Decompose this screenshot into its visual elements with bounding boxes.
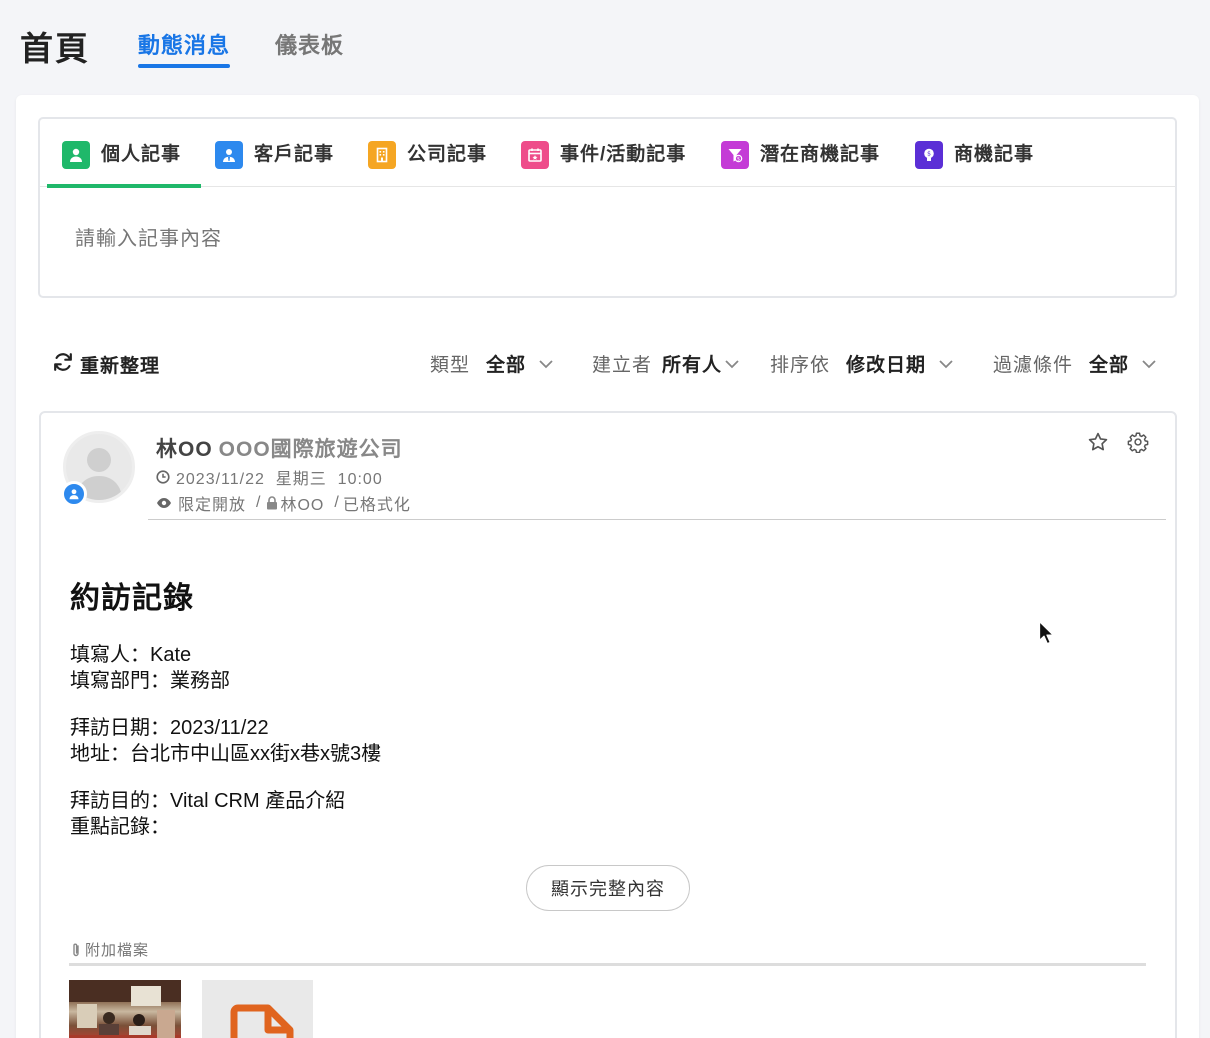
post-heading: 約訪記錄: [70, 582, 194, 615]
condition-filter-label: 過濾條件: [993, 355, 1074, 376]
post-author[interactable]: 林OO: [156, 438, 213, 461]
creator-filter-label: 建立者: [592, 355, 653, 376]
attachment-photo-thumbnail[interactable]: [69, 980, 181, 1038]
chevron-down-icon: [538, 353, 554, 375]
customer-badge-icon: [61, 481, 87, 507]
note-tab-label: 客戶記事: [254, 144, 335, 165]
refresh-label: 重新整理: [80, 356, 161, 377]
attachments-header: 附加檔案: [71, 939, 149, 960]
attachments-divider: [69, 963, 1146, 966]
gear-icon[interactable]: [1127, 431, 1149, 458]
post-line: 重點記錄：: [70, 816, 170, 838]
post-format: 已格式化: [342, 497, 411, 514]
post-visibility: 限定開放: [178, 497, 247, 514]
chevron-down-icon: [1141, 353, 1157, 375]
paperclip-icon: [71, 942, 81, 958]
condition-filter-value: 全部: [1089, 355, 1130, 376]
post-header-divider: [148, 519, 1166, 520]
clock-icon: [156, 470, 170, 484]
creator-filter-dropdown[interactable]: 建立者 所有人: [592, 350, 740, 377]
lock-icon: [266, 496, 278, 510]
note-tab-customer[interactable]: 客戶記事: [215, 141, 334, 187]
post-visibility-line: 限定開放 / 林OO / 已格式化: [156, 491, 411, 515]
type-filter-dropdown[interactable]: 類型 全部: [430, 350, 554, 377]
post-content: 約訪記錄 填寫人：Kate 填寫部門：業務部 拜訪日期：2023/11/22 地…: [70, 573, 1070, 840]
chevron-down-icon: [938, 353, 954, 375]
show-full-content-button[interactable]: 顯示完整內容: [526, 865, 690, 911]
sort-dropdown[interactable]: 排序依 修改日期: [770, 350, 954, 377]
separator: /: [256, 494, 262, 511]
star-icon[interactable]: [1087, 431, 1109, 458]
note-tab-label: 商機記事: [954, 144, 1035, 165]
post-datetime: 2023/11/22 星期三 10:00: [156, 465, 383, 489]
chevron-down-icon: [724, 353, 740, 375]
lightbulb-icon: $: [915, 141, 943, 169]
building-icon: [368, 141, 396, 169]
post-owner: 林OO: [280, 497, 325, 514]
separator: /: [334, 494, 340, 511]
attachments-label: 附加檔案: [85, 942, 150, 959]
note-input[interactable]: 請輸入記事內容: [75, 222, 222, 251]
tab-dashboard[interactable]: 儀表板: [275, 28, 344, 60]
note-tab-opportunity[interactable]: $ 商機記事: [915, 141, 1034, 187]
feed-post: 林OO OOO國際旅遊公司 2023/11/22 星期三 10:00 限定開放 /…: [39, 411, 1177, 1038]
post-company[interactable]: OOO國際旅遊公司: [219, 438, 403, 461]
person-icon: [62, 141, 90, 169]
svg-text:$: $: [927, 151, 931, 158]
post-actions: [1087, 431, 1149, 458]
tab-news-feed[interactable]: 動態消息: [138, 28, 231, 68]
mouse-cursor-icon: [1038, 620, 1056, 651]
eye-icon: [156, 497, 172, 509]
type-filter-value: 全部: [486, 355, 527, 376]
condition-filter-dropdown[interactable]: 過濾條件 全部: [993, 350, 1157, 377]
note-tab-label: 事件/活動記事: [560, 144, 687, 165]
note-composer: 個人記事 客戶記事 公司記事 事件/活動記事 $ 潛在商機記事 $ 商機記事 請…: [38, 117, 1177, 298]
calendar-icon: [521, 141, 549, 169]
post-author-line: 林OO OOO國際旅遊公司: [156, 433, 403, 463]
creator-filter-value: 所有人: [662, 355, 723, 376]
post-datetime-text: 2023/11/22 星期三 10:00: [176, 471, 383, 488]
main-card: 個人記事 客戶記事 公司記事 事件/活動記事 $ 潛在商機記事 $ 商機記事 請…: [16, 95, 1199, 1038]
post-line: 拜訪目的：Vital CRM 產品介紹: [70, 790, 346, 812]
refresh-button[interactable]: 重新整理: [52, 351, 160, 378]
note-type-tabs: 個人記事 客戶記事 公司記事 事件/活動記事 $ 潛在商機記事 $ 商機記事: [40, 119, 1175, 188]
svg-text:$: $: [737, 156, 740, 162]
note-tab-company[interactable]: 公司記事: [368, 141, 487, 187]
note-tab-lead[interactable]: $ 潛在商機記事: [721, 141, 880, 187]
post-line: 填寫人：Kate: [70, 644, 192, 666]
post-line: 拜訪日期：2023/11/22: [70, 717, 269, 739]
page-title: 首頁: [20, 30, 90, 67]
post-line: 填寫部門：業務部: [70, 670, 230, 692]
attachment-file-thumbnail[interactable]: [202, 980, 313, 1038]
customer-icon: [215, 141, 243, 169]
refresh-icon: [52, 351, 74, 378]
sort-label: 排序依: [770, 355, 831, 376]
note-tab-personal[interactable]: 個人記事: [46, 141, 202, 188]
filter-bar: 重新整理 類型 全部 建立者 所有人 排序依 修改日期 過濾條件 全部: [16, 335, 1199, 395]
funnel-icon: $: [721, 141, 749, 169]
type-filter-label: 類型: [430, 355, 471, 376]
note-tab-label: 潛在商機記事: [760, 144, 881, 165]
note-tab-label: 公司記事: [407, 144, 488, 165]
file-icon: [230, 1004, 300, 1038]
post-line: 地址：台北市中山區xx街x巷x號3樓: [70, 743, 382, 765]
note-tab-event[interactable]: 事件/活動記事: [521, 141, 686, 187]
sort-value: 修改日期: [846, 355, 927, 376]
page-header: 首頁 動態消息 儀表板: [0, 0, 1210, 80]
note-tab-label: 個人記事: [101, 144, 182, 165]
